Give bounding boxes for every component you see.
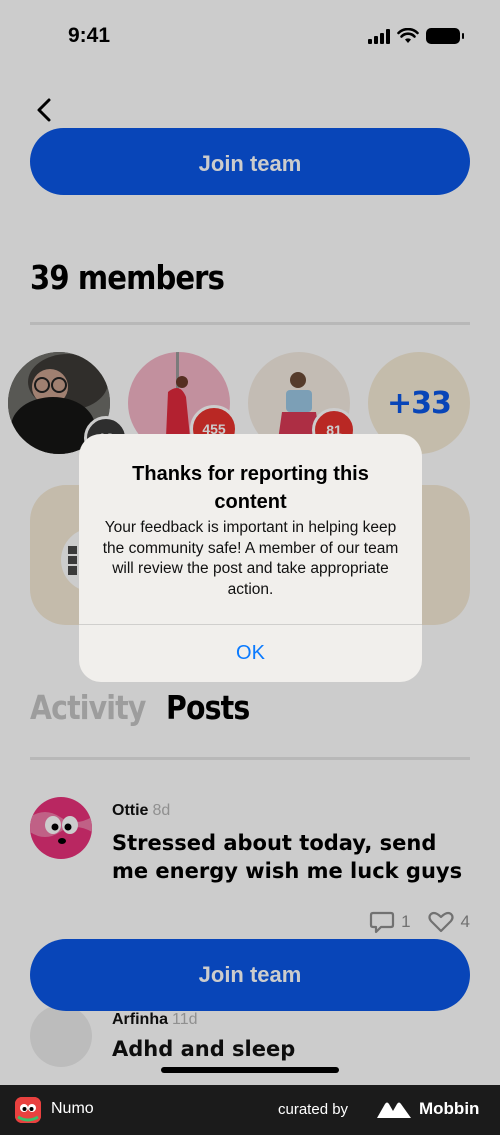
team-screen: 9:41 Join team 39 members 18 xyxy=(0,0,500,1085)
footer-curated-by: curated by xyxy=(278,1101,349,1118)
mobbin-logo-icon xyxy=(377,1102,411,1118)
home-indicator[interactable] xyxy=(161,1067,339,1073)
mobbin-footer: Numo curated by Mobbin xyxy=(0,1085,500,1135)
alert-title: Thanks for reporting this content xyxy=(132,463,369,513)
footer-app-name: Numo xyxy=(51,1100,94,1117)
alert-message: Your feedback is important in helping ke… xyxy=(102,519,399,598)
report-confirmation-alert: Thanks for reporting this content Your f… xyxy=(79,434,422,682)
numo-app-icon xyxy=(15,1097,41,1123)
footer-brand: Mobbin xyxy=(419,1099,480,1118)
alert-ok-button[interactable]: OK xyxy=(79,625,422,682)
